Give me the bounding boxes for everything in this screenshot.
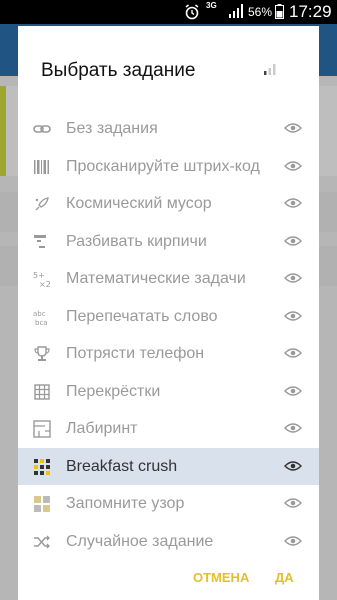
task-item-remember-pattern[interactable]: Запомните узор: [18, 485, 319, 522]
task-label: Математические задачи: [66, 270, 246, 287]
signal-icon: [229, 4, 243, 18]
signal-strength-icon: [264, 64, 276, 75]
preview-eye-icon[interactable]: [284, 160, 302, 172]
preview-eye-icon[interactable]: [284, 385, 302, 397]
ok-button[interactable]: ДА: [275, 570, 294, 585]
task-label: Перекрёстки: [66, 382, 161, 400]
task-item-retype-word[interactable]: abc bca Перепечатать слово: [18, 298, 319, 335]
maze-icon: [33, 420, 51, 438]
dialog-title: Выбрать задание: [41, 60, 196, 81]
task-label: Случайное задание: [66, 532, 214, 550]
task-item-scan-barcode[interactable]: Просканируйте штрих-код: [18, 148, 319, 185]
preview-eye-icon[interactable]: [284, 122, 302, 134]
clock-time: 17:29: [289, 2, 332, 21]
task-label: Лабиринт: [66, 420, 138, 437]
crossroads-icon: [34, 383, 50, 400]
task-label: Breakfast crush: [66, 457, 178, 475]
task-item-space-junk[interactable]: Космический мусор: [18, 185, 319, 222]
preview-eye-icon[interactable]: [284, 497, 302, 509]
preview-eye-icon[interactable]: [284, 272, 302, 284]
task-item-random-task[interactable]: Случайное задание: [18, 523, 319, 560]
task-label: Потрясти телефон: [66, 345, 205, 362]
task-item-math-problems[interactable]: 5+ ×2 Математические задачи: [18, 260, 319, 297]
choose-task-dialog: Выбрать задание Без задания Просканируйт…: [18, 26, 319, 600]
task-label: Перепечатать слово: [66, 307, 218, 325]
barcode-icon: [34, 159, 49, 174]
preview-eye-icon[interactable]: [284, 310, 302, 322]
link-icon: [33, 125, 51, 133]
pattern-icon: [34, 496, 50, 512]
svg-text:abc: abc: [33, 310, 46, 318]
battery-percent: 56%: [248, 5, 273, 19]
svg-text:5+: 5+: [33, 271, 45, 280]
preview-eye-icon[interactable]: [284, 197, 302, 209]
task-item-no-task[interactable]: Без задания: [18, 110, 319, 147]
retype-icon: abc bca: [33, 310, 48, 326]
task-label: Без задания: [66, 120, 158, 137]
preview-eye-icon[interactable]: [284, 460, 302, 472]
task-label: Запомните узор: [66, 495, 185, 512]
bricks-icon: [34, 234, 46, 248]
grid-candy-icon: [34, 458, 50, 475]
preview-eye-icon[interactable]: [284, 347, 302, 359]
preview-eye-icon[interactable]: [284, 235, 302, 247]
status-bar: 3G 56% 17:29: [0, 0, 337, 24]
math-icon: 5+ ×2: [33, 271, 51, 288]
shuffle-icon: [34, 535, 50, 548]
task-item-maze[interactable]: Лабиринт: [18, 410, 319, 447]
trophy-icon: [34, 346, 50, 361]
cancel-button[interactable]: ОТМЕНА: [193, 570, 249, 585]
preview-eye-icon[interactable]: [284, 422, 302, 434]
task-item-break-bricks[interactable]: Разбивать кирпичи: [18, 223, 319, 260]
task-item-crossroads[interactable]: Перекрёстки: [18, 373, 319, 410]
task-label: Разбивать кирпичи: [66, 232, 207, 250]
task-label: Космический мусор: [66, 195, 212, 212]
network-type-label: 3G: [206, 1, 217, 10]
rocket-icon: [35, 197, 49, 211]
task-item-breakfast-crush[interactable]: Breakfast crush: [18, 447, 319, 485]
preview-eye-icon[interactable]: [284, 535, 302, 547]
alarm-icon: [185, 4, 199, 20]
battery-icon: [275, 4, 284, 19]
task-label: Просканируйте штрих-код: [66, 157, 260, 175]
task-item-shake-phone[interactable]: Потрясти телефон: [18, 335, 319, 372]
svg-text:bca: bca: [35, 319, 48, 326]
svg-text:×2: ×2: [39, 280, 51, 288]
